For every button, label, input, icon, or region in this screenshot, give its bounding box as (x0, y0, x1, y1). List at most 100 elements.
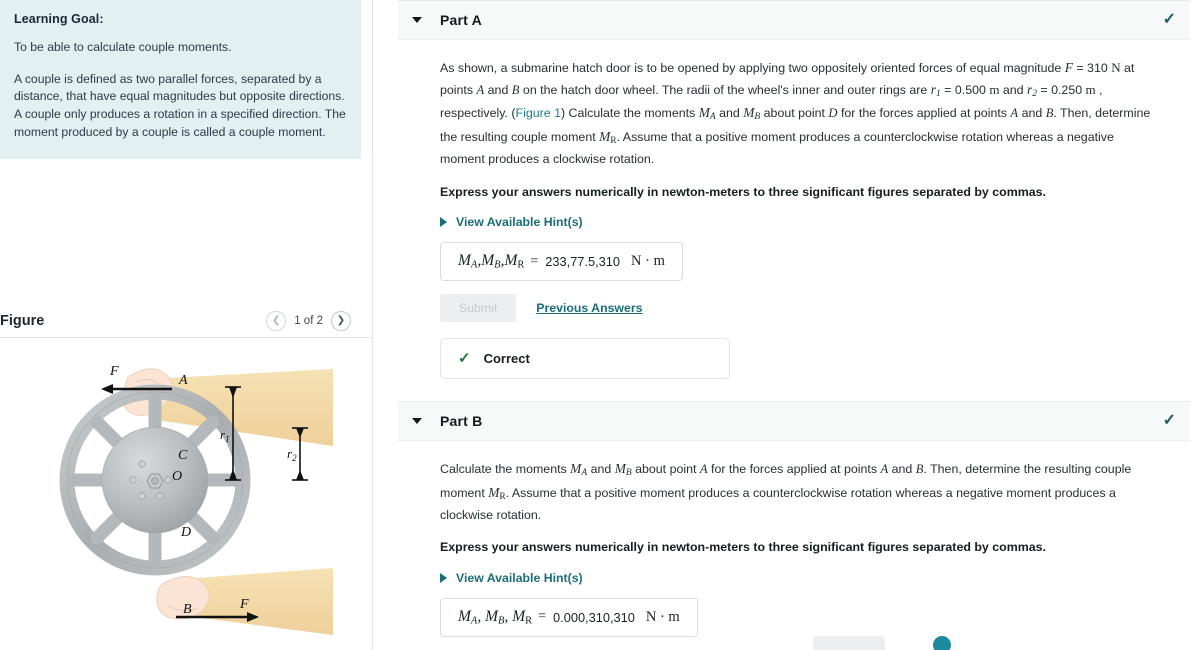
part-b-instruction: Express your answers numerically in newt… (440, 540, 1046, 555)
part-b-section: Part B ✓ Calculate the moments MA and MB… (398, 401, 1190, 650)
prose-seg: and (715, 106, 744, 121)
label-point-b: B (183, 602, 192, 617)
prose-seg: ) Calculate the moments (560, 106, 699, 121)
figure-counter: 1 of 2 (294, 315, 323, 327)
part-b-header[interactable]: Part B ✓ (398, 401, 1190, 442)
prose-seg: = 0.500 (940, 82, 990, 97)
part-a-title: Part A (440, 12, 482, 28)
chevron-right-icon[interactable]: ❯ (331, 311, 351, 331)
prose-seg: and (888, 462, 916, 477)
symbol-MA: M (570, 461, 582, 477)
part-a-submit-button[interactable]: Submit (440, 294, 517, 323)
unit-m: m (1085, 81, 1096, 97)
unit-m: m (989, 81, 1000, 97)
center-nut (146, 473, 164, 489)
symbol-MA: M (698, 105, 710, 121)
label-r2: r2 (287, 446, 297, 463)
force-label-bottom: F (239, 597, 249, 612)
label-point-o: O (172, 469, 182, 484)
prose-seg: and (999, 82, 1027, 97)
part-b-submit-button[interactable] (813, 636, 885, 650)
part-a-answer-field[interactable]: MA,MB,MR = 233,77.5,310 N · m (440, 242, 683, 282)
prose-seg: As shown, a submarine hatch door is to b… (440, 61, 1065, 75)
lbl-MR-sub: R (525, 615, 533, 627)
symbol-MB: M (614, 461, 626, 477)
part-b-hints-label: View Available Hint(s) (456, 570, 583, 585)
lbl-MA-sub: A (470, 259, 478, 271)
prose-seg: = 0.250 (1036, 82, 1086, 97)
lower-sleeve (194, 568, 333, 635)
check-icon: ✓ (1162, 11, 1176, 28)
part-a-answer-label: MA,MB,MR (458, 252, 525, 271)
lbl-MA: M (458, 608, 471, 626)
lbl-MA: M (458, 252, 471, 270)
figure-1-link[interactable]: Figure 1 (516, 106, 561, 120)
caret-down-icon[interactable] (412, 17, 422, 23)
part-a-header[interactable]: Part A ✓ (398, 0, 1190, 40)
part-a-instruction: Express your answers numerically in newt… (440, 184, 1046, 199)
symbol-A: A (1010, 106, 1019, 121)
part-b-answer-unit: N · m (645, 608, 680, 625)
prose-seg: about point (760, 106, 829, 121)
symbol-F: F (1064, 60, 1073, 75)
figure-header: Figure ❮ 1 of 2 ❯ (0, 305, 373, 338)
problem-page: Learning Goal: To be able to calculate c… (0, 0, 1200, 650)
prose-seg: for the forces applied at points (837, 106, 1011, 121)
check-icon: ✓ (458, 350, 471, 368)
force-label-top: F (109, 364, 119, 379)
prose-seg: for the forces applied at points (707, 462, 881, 477)
part-a-answer-unit: N · m (631, 253, 665, 270)
part-b-title: Part B (440, 413, 483, 430)
part-b-answer-field[interactable]: MA, MB, MR = 0.000,310,310 N · m (440, 597, 698, 637)
prose-seg: = 310 (1072, 61, 1112, 75)
part-b-prose: Calculate the moments MA and MB about po… (440, 458, 1160, 525)
learning-goal-objective: To be able to calculate couple moments. (14, 40, 232, 54)
lbl-MB-sub: B (498, 615, 505, 627)
part-b-hints-toggle[interactable]: View Available Hint(s) (440, 571, 583, 585)
prose-seg: and (1018, 106, 1046, 121)
lbl-MR: M (504, 252, 518, 270)
label-point-a: A (178, 373, 188, 388)
part-a-previous-answers-link[interactable]: Previous Answers (536, 301, 642, 315)
part-a-section: Part A ✓ As shown, a submarine hatch doo… (398, 0, 1190, 380)
part-b-previous-answers-partial[interactable] (901, 634, 928, 648)
prose-seg: and (484, 82, 512, 97)
left-panel: Learning Goal: To be able to calculate c… (0, 0, 373, 650)
label-point-c: C (178, 448, 188, 463)
prose-seg: on the hatch door wheel. The radii of th… (519, 82, 931, 97)
label-point-d: D (180, 525, 191, 540)
lbl-MR-sub: R (517, 259, 525, 271)
figure-navigation: ❮ 1 of 2 ❯ (266, 311, 351, 331)
prose-seg: about point (631, 462, 700, 477)
part-a-hints-toggle[interactable]: View Available Hint(s) (440, 215, 583, 229)
triangle-right-icon (440, 572, 447, 583)
symbol-MR: M (488, 484, 500, 500)
figure-image[interactable]: F F A B C D O r1 r2 (0, 340, 373, 650)
part-a-feedback-text: Correct (483, 351, 530, 367)
prose-seg: Calculate the moments (440, 462, 571, 477)
right-panel: Part A ✓ As shown, a submarine hatch doo… (373, 0, 1200, 650)
lbl-MA-sub: A (470, 615, 478, 627)
prose-seg: and (587, 462, 615, 477)
lbl-MB: M (481, 252, 495, 270)
part-a-feedback: ✓ Correct (440, 338, 730, 380)
part-b-body: Calculate the moments MA and MB about po… (398, 441, 1190, 650)
part-a-body: As shown, a submarine hatch door is to b… (398, 40, 1190, 380)
triangle-right-icon (440, 217, 447, 228)
part-b-equals: = (538, 609, 547, 625)
learning-goal-title: Learning Goal: (14, 12, 104, 26)
hatch-wheel-diagram: F F A B C D O r1 r2 (59, 364, 333, 635)
part-b-answer-value[interactable]: 0.000,310,310 (553, 610, 635, 625)
lbl-MB: M (485, 608, 499, 626)
part-a-prose: As shown, a submarine hatch door is to b… (440, 57, 1160, 170)
symbol-A: A (699, 462, 708, 477)
lbl-MB-sub: B (494, 259, 501, 271)
chevron-left-icon[interactable]: ❮ (266, 311, 287, 331)
learning-goal-panel: Learning Goal: To be able to calculate c… (0, 0, 361, 160)
lbl-MR: M (512, 608, 526, 626)
part-a-actions: Submit Previous Answers (440, 294, 1160, 323)
part-a-answer-value[interactable]: 233,77.5,310 (545, 254, 620, 269)
learning-goal-body: A couple is defined as two parallel forc… (14, 71, 346, 139)
caret-down-icon[interactable] (412, 418, 422, 425)
check-icon: ✓ (1162, 412, 1176, 430)
